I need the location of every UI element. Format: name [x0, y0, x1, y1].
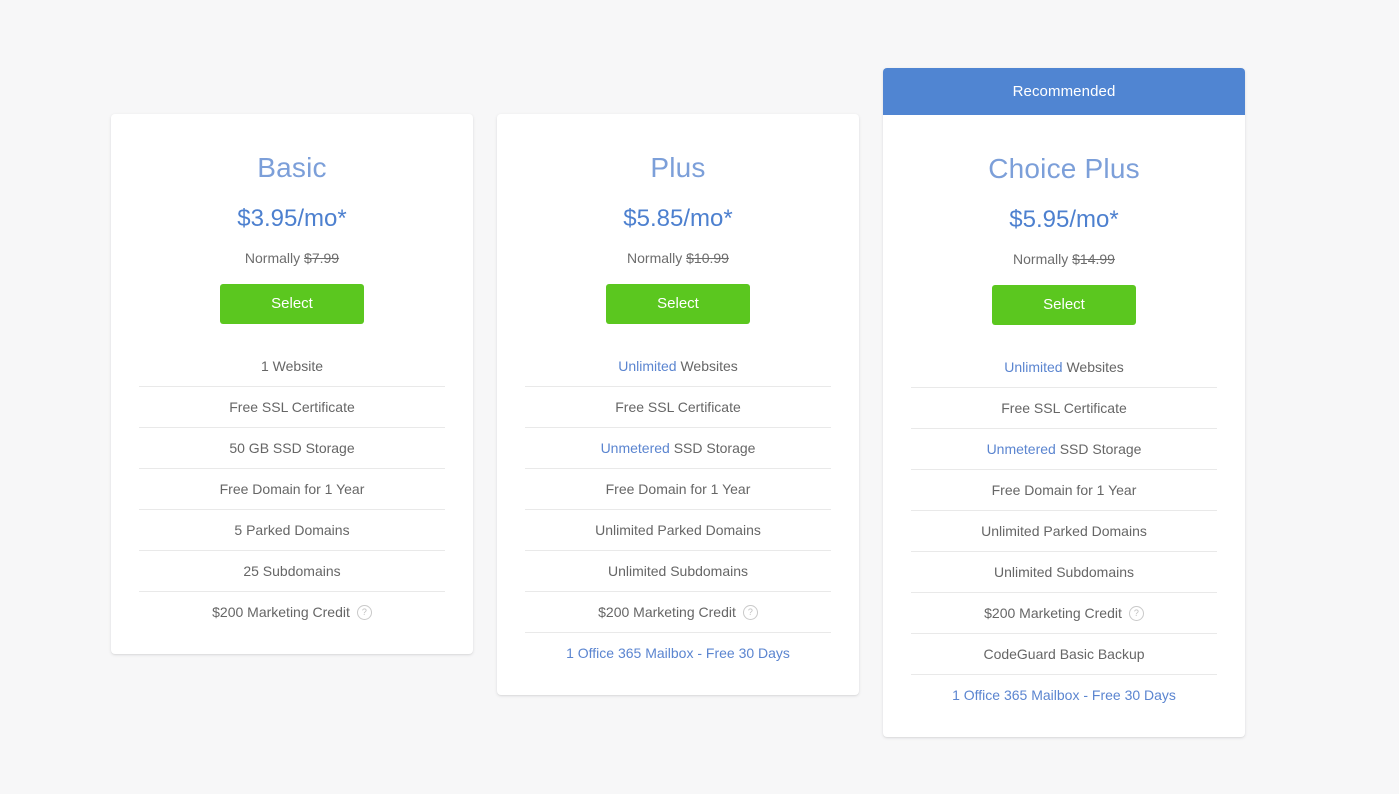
feature-row: 25 Subdomains: [139, 550, 445, 591]
feature-row: $200 Marketing Credit?: [525, 591, 831, 632]
feature-row-link[interactable]: 1 Office 365 Mailbox - Free 30 Days: [911, 674, 1217, 715]
plan-card-body: Basic $3.95/mo* Normally $7.99 Select 1 …: [111, 114, 473, 654]
select-button[interactable]: Select: [220, 284, 364, 325]
normally-label: Normally: [244, 249, 301, 266]
feature-label: Free Domain for 1 Year: [219, 481, 365, 498]
feature-row: $200 Marketing Credit?: [139, 591, 445, 632]
normally-label: Normally: [627, 249, 683, 266]
feature-label: Free Domain for 1 Year: [991, 482, 1137, 499]
feature-list: Unlimited Websites Free SSL Certificate Un…: [911, 347, 1217, 715]
help-icon[interactable]: ?: [356, 605, 372, 621]
feature-label: 5 Parked Domains: [234, 522, 350, 539]
feature-label: $200 Marketing Credit: [212, 604, 350, 621]
help-icon[interactable]: ?: [1128, 606, 1144, 622]
help-icon[interactable]: ?: [742, 605, 758, 621]
feature-label: 1 Website: [261, 358, 323, 375]
original-price: $10.99: [686, 249, 729, 266]
recommended-badge: Recommended: [883, 68, 1245, 115]
feature-list: Unlimited Websites Free SSL Certificate Un…: [525, 346, 831, 673]
select-button[interactable]: Select: [606, 284, 750, 325]
pricing-plans-stage: Basic $3.95/mo* Normally $7.99 Select 1 …: [0, 0, 1399, 794]
feature-row: Free Domain for 1 Year: [139, 468, 445, 509]
plan-title: Choice Plus: [988, 153, 1140, 184]
feature-label: Unlimited Subdomains: [993, 564, 1135, 581]
feature-row: Unlimited Websites: [525, 346, 831, 386]
feature-row: Free Domain for 1 Year: [525, 468, 831, 509]
feature-label: 1 Office 365 Mailbox - Free 30 Days: [952, 687, 1176, 704]
feature-row: 50 GB SSD Storage: [139, 427, 445, 468]
feature-row-link[interactable]: 1 Office 365 Mailbox - Free 30 Days: [525, 632, 831, 673]
feature-label: $200 Marketing Credit: [984, 605, 1122, 622]
feature-label: SSD Storage: [1059, 441, 1142, 458]
original-price: $14.99: [1072, 250, 1115, 267]
plan-card-choice-plus[interactable]: Recommended Choice Plus $5.95/mo* Normal…: [883, 68, 1245, 738]
plan-normal-price: Normally $10.99: [525, 250, 831, 267]
plan-card-body: Plus $5.85/mo* Normally $10.99 Select Un…: [497, 114, 859, 695]
feature-highlight: Unmetered: [600, 440, 670, 457]
select-button-wrap: Select: [525, 284, 831, 325]
feature-label: Free SSL Certificate: [1001, 400, 1127, 417]
feature-row: Unlimited Subdomains: [911, 551, 1217, 592]
feature-highlight: Unlimited: [618, 358, 677, 375]
feature-row: Unmetered SSD Storage: [911, 428, 1217, 469]
feature-highlight: Unmetered: [986, 441, 1056, 458]
feature-row: Unmetered SSD Storage: [525, 427, 831, 468]
select-button-wrap: Select: [139, 284, 445, 325]
feature-row: Free SSL Certificate: [525, 386, 831, 427]
select-button-wrap: Select: [911, 285, 1217, 326]
feature-label: Websites: [680, 358, 738, 375]
feature-row: Unlimited Parked Domains: [911, 510, 1217, 551]
plan-card-plus[interactable]: Plus $5.85/mo* Normally $10.99 Select Un…: [497, 114, 859, 696]
original-price: $7.99: [304, 249, 340, 266]
feature-row: 1 Website: [139, 346, 445, 386]
feature-row: Free Domain for 1 Year: [911, 469, 1217, 510]
plan-card-basic[interactable]: Basic $3.95/mo* Normally $7.99 Select 1 …: [111, 114, 473, 655]
plan-card-body: Choice Plus $5.95/mo* Normally $14.99 Se…: [883, 115, 1245, 737]
feature-row: Unlimited Subdomains: [525, 550, 831, 591]
normally-label: Normally: [1013, 250, 1069, 267]
feature-label: $200 Marketing Credit: [598, 604, 736, 621]
feature-row: CodeGuard Basic Backup: [911, 633, 1217, 674]
plan-normal-price: Normally $7.99: [139, 250, 445, 267]
feature-row: Unlimited Websites: [911, 347, 1217, 387]
feature-row: Free SSL Certificate: [139, 386, 445, 427]
plan-price: $5.85/mo*: [623, 205, 733, 233]
feature-row: Free SSL Certificate: [911, 387, 1217, 428]
feature-label: CodeGuard Basic Backup: [983, 646, 1145, 663]
plan-title: Plus: [650, 152, 706, 183]
feature-label: Websites: [1066, 359, 1124, 376]
feature-row: Unlimited Parked Domains: [525, 509, 831, 550]
feature-label: SSD Storage: [673, 440, 756, 457]
feature-label: Unlimited Parked Domains: [595, 522, 761, 539]
feature-label: Free SSL Certificate: [229, 399, 355, 416]
select-button[interactable]: Select: [992, 285, 1136, 326]
plan-price: $5.95/mo*: [1009, 206, 1119, 234]
plan-price: $3.95/mo*: [237, 205, 347, 233]
page-bottom-strip: [0, 794, 1399, 799]
feature-label: 1 Office 365 Mailbox - Free 30 Days: [566, 645, 790, 662]
feature-label: Unlimited Parked Domains: [981, 523, 1147, 540]
feature-label: 25 Subdomains: [243, 563, 341, 580]
feature-label: 50 GB SSD Storage: [229, 440, 355, 457]
feature-row: 5 Parked Domains: [139, 509, 445, 550]
plan-title: Basic: [257, 152, 327, 183]
feature-list: 1 Website Free SSL Certificate 50 GB SSD S…: [139, 346, 445, 632]
feature-highlight: Unlimited: [1004, 359, 1063, 376]
feature-label: Free Domain for 1 Year: [605, 481, 751, 498]
feature-label: Unlimited Subdomains: [607, 563, 749, 580]
feature-row: $200 Marketing Credit?: [911, 592, 1217, 633]
plan-normal-price: Normally $14.99: [911, 251, 1217, 268]
feature-label: Free SSL Certificate: [615, 399, 741, 416]
